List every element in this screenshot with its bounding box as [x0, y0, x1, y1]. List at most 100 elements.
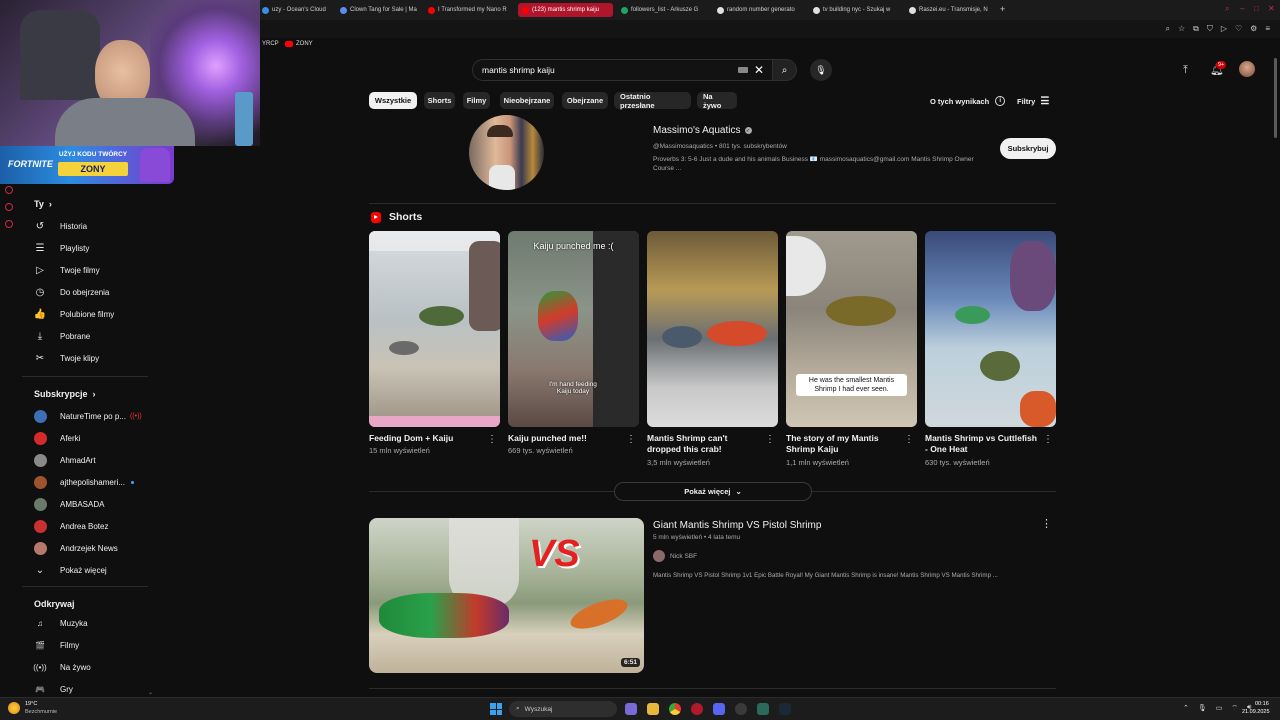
- app-icon[interactable]: [5, 186, 13, 194]
- subscription-item[interactable]: Andrzejek News: [22, 537, 148, 559]
- more-icon[interactable]: ⋮: [765, 434, 775, 445]
- more-icon[interactable]: ⋮: [1041, 517, 1052, 530]
- results-info[interactable]: O tych wynikach i: [930, 96, 1006, 106]
- file-explorer-icon[interactable]: [647, 703, 659, 715]
- short-card[interactable]: Mantis Shrimp can't dropped this crab! 3…: [647, 231, 778, 467]
- show-more-button[interactable]: Pokaż więcej ⌄: [614, 482, 812, 501]
- chip-2[interactable]: Filmy: [463, 92, 490, 109]
- more-icon[interactable]: ⋮: [626, 434, 636, 445]
- app-icon[interactable]: [5, 220, 13, 228]
- scrollbar[interactable]: [1274, 58, 1277, 138]
- windows-start-icon[interactable]: [490, 703, 502, 715]
- chip-1[interactable]: Shorts: [424, 92, 455, 109]
- bookmark-item[interactable]: ZONY: [296, 41, 313, 47]
- filters-button[interactable]: Filtry ☰: [1017, 96, 1049, 107]
- weather-icon[interactable]: [8, 702, 20, 714]
- extension-icon[interactable]: ⧉: [1193, 24, 1199, 34]
- more-icon[interactable]: ⋮: [487, 434, 497, 445]
- app-icon[interactable]: [735, 703, 747, 715]
- mic-icon[interactable]: 🎙︎: [1198, 704, 1207, 713]
- settings-icon[interactable]: ⚙: [1250, 24, 1257, 34]
- search-icon[interactable]: ⌕: [1225, 4, 1229, 14]
- account-avatar[interactable]: [1239, 61, 1255, 77]
- short-card[interactable]: Mantis Shrimp vs Cuttlefish - One Heat 6…: [925, 231, 1056, 467]
- chip-5[interactable]: Ostatnio przesłane: [614, 92, 691, 110]
- minimize-icon[interactable]: –: [1240, 4, 1244, 13]
- chip-3[interactable]: Nieobejrzane: [500, 92, 554, 109]
- opera-gx-icon[interactable]: [691, 703, 703, 715]
- sidebar-item[interactable]: ▷ Twoje filmy: [22, 259, 148, 281]
- short-thumbnail[interactable]: Kaiju punched me :( I'm hand feeding Kai…: [508, 231, 639, 427]
- chip-6[interactable]: Na żywo: [697, 92, 737, 110]
- bookmark-icon[interactable]: ☆: [1178, 24, 1185, 34]
- taskbar-search[interactable]: ⌕ Wyszukaj: [509, 701, 617, 717]
- subscribe-button[interactable]: Subskrybuj: [1000, 138, 1056, 159]
- menu-icon[interactable]: ≡: [1265, 24, 1270, 34]
- sidebar-item[interactable]: ♫ Muzyka: [22, 612, 148, 634]
- video-channel-avatar[interactable]: [653, 550, 665, 562]
- video-thumbnail[interactable]: VS 6:51: [369, 518, 644, 673]
- short-thumbnail[interactable]: He was the smallest Mantis Shrimp I had …: [786, 231, 917, 427]
- sidebar-item[interactable]: 🎬 Filmy: [22, 634, 148, 656]
- task-view-icon[interactable]: [625, 703, 637, 715]
- chip-4[interactable]: Obejrzane: [562, 92, 608, 109]
- tray-chevron-icon[interactable]: ⌃: [1183, 704, 1189, 713]
- sidebar-subs-header[interactable]: Subskrypcje ›: [34, 389, 96, 399]
- short-title[interactable]: Feeding Dom + Kaiju: [369, 433, 481, 444]
- discord-icon[interactable]: [713, 703, 725, 715]
- browser-tab[interactable]: random number generato: [713, 3, 803, 17]
- sidebar-scroll-down-icon[interactable]: ⌄: [148, 689, 153, 696]
- subscription-item[interactable]: ajthepolishameri...: [22, 471, 148, 493]
- sidebar-show-more[interactable]: ⌄ Pokaż więcej: [22, 559, 148, 581]
- sidebar-item[interactable]: ⤓ Pobrane: [22, 325, 148, 347]
- sidebar-item[interactable]: ✂ Twoje klipy: [22, 347, 148, 369]
- channel-avatar[interactable]: [469, 115, 544, 190]
- browser-tab[interactable]: Clown Tang for Sale | Ma: [336, 3, 420, 17]
- search-button[interactable]: ⌕: [773, 59, 797, 81]
- short-title[interactable]: Mantis Shrimp can't dropped this crab!: [647, 433, 759, 455]
- browser-tab[interactable]: tv building nyc - Szukaj w: [809, 3, 899, 17]
- steam-icon[interactable]: [779, 703, 791, 715]
- upload-icon[interactable]: ⤒: [1183, 64, 1188, 77]
- more-icon[interactable]: ⋮: [904, 434, 914, 445]
- browser-tab[interactable]: followers_list - Arkusze G: [617, 3, 707, 17]
- app-icon[interactable]: [757, 703, 769, 715]
- browser-tab[interactable]: I Transformed my Nano R: [424, 3, 514, 17]
- subscription-item[interactable]: Aferki: [22, 427, 148, 449]
- short-title[interactable]: Mantis Shrimp vs Cuttlefish - One Heat: [925, 433, 1037, 455]
- play-icon[interactable]: ▷: [1221, 24, 1227, 34]
- chip-0[interactable]: Wszystkie: [369, 92, 417, 109]
- chrome-icon[interactable]: [669, 703, 681, 715]
- sidebar-item[interactable]: ↺ Historia: [22, 215, 148, 237]
- subscription-item[interactable]: AhmadArt: [22, 449, 148, 471]
- search-input[interactable]: mantis shrimp kaiju ✕: [472, 59, 773, 81]
- subscription-item[interactable]: AMBASADA: [22, 493, 148, 515]
- sidebar-item[interactable]: ☰ Playlisty: [22, 237, 148, 259]
- subscription-item[interactable]: Andrea Botez: [22, 515, 148, 537]
- sidebar-item[interactable]: ◷ Do obejrzenia: [22, 281, 148, 303]
- close-icon[interactable]: ✕: [1268, 4, 1275, 13]
- channel-name[interactable]: Massimo's Aquatics ✓: [653, 125, 752, 136]
- browser-tab[interactable]: Raszei.eu - Transmisje, N: [905, 3, 995, 17]
- voice-search-button[interactable]: 🎙︎: [810, 59, 832, 81]
- clear-icon[interactable]: ✕: [754, 63, 764, 77]
- subscription-item[interactable]: NatureTime po p... ((•)): [22, 405, 148, 427]
- short-title[interactable]: The story of my Mantis Shrimp Kaiju: [786, 433, 898, 455]
- more-icon[interactable]: ⋮: [1043, 434, 1053, 445]
- zoom-icon[interactable]: ⌕: [1165, 24, 1169, 34]
- sidebar-item[interactable]: ((•)) Na żywo: [22, 656, 148, 678]
- short-card[interactable]: Kaiju punched me :( I'm hand feeding Kai…: [508, 231, 639, 455]
- app-icon[interactable]: [5, 203, 13, 211]
- maximize-icon[interactable]: □: [1254, 4, 1259, 13]
- sidebar-item[interactable]: 👍 Polubione filmy: [22, 303, 148, 325]
- video-channel-name[interactable]: Nick SBF: [670, 553, 697, 560]
- network-icon[interactable]: ▭: [1216, 704, 1223, 713]
- wifi-icon[interactable]: ⌔: [1231, 704, 1238, 713]
- short-title[interactable]: Kaiju punched me!!: [508, 433, 620, 444]
- browser-tab[interactable]: uzy - Ocean's Cloud: [258, 3, 334, 17]
- sidebar-you-header[interactable]: Ty ›: [34, 199, 52, 209]
- keyboard-icon[interactable]: [738, 67, 748, 73]
- short-card[interactable]: He was the smallest Mantis Shrimp I had …: [786, 231, 917, 467]
- browser-tab[interactable]: (123) mantis shrimp kaiju: [518, 3, 613, 17]
- short-thumbnail[interactable]: [369, 231, 500, 427]
